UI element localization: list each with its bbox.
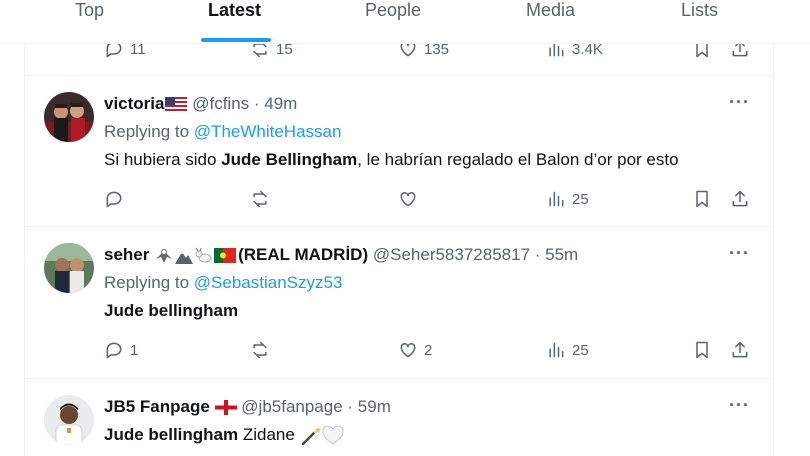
reply-icon [106,191,122,208]
more-options-button[interactable]: ··· [729,243,750,264]
replying-prefix: Replying to [104,273,190,292]
mention-link[interactable]: @TheWhiteHassan [194,122,342,141]
text-segment: , le habrían regalado el Balon d’or por … [357,150,679,169]
tab-lists[interactable]: Lists [681,0,718,44]
timestamp[interactable]: · 55m [535,245,578,264]
replying-to: Replying to @SebastianSzyz53 [104,273,342,293]
display-name[interactable]: seher [104,245,149,264]
reply-button[interactable]: 1 [104,335,138,365]
tweet-header: seher (REAL MADRİD) @Seher5837285817 · 5… [104,245,578,265]
heart-icon [400,342,416,358]
replying-prefix: Replying to [104,122,190,141]
text-bold: Jude bellingham [104,301,239,320]
like-count: 2 [424,341,433,359]
avatar[interactable] [44,243,94,293]
portugal-flag-icon [214,248,237,264]
text-segment: Zidane [238,425,295,444]
tab-media[interactable]: Media [526,0,575,44]
tweet-header: victoria @fcfins · 49m [104,94,297,114]
eagle-icon [156,248,173,263]
tweet-text: Jude bellingham Zidane [104,425,344,446]
mention-link[interactable]: @SebastianSzyz53 [194,273,343,292]
display-name[interactable]: victoria [104,94,164,113]
tweet-actions: 1 2 25 [104,335,754,365]
active-tab-indicator [201,38,271,42]
replying-to: Replying to @TheWhiteHassan [104,122,341,142]
retweet-icon [253,341,267,359]
retweet-icon [253,190,267,208]
like-button[interactable] [398,184,418,214]
more-options-button[interactable]: ··· [729,395,750,416]
tweet[interactable]: seher (REAL MADRİD) @Seher5837285817 · 5… [24,227,774,379]
display-name[interactable]: JB5 Fanpage [104,397,210,416]
bookmark-button[interactable] [692,184,712,214]
england-flag-icon [214,400,237,416]
tab-people[interactable]: People [365,0,421,44]
handle[interactable]: @Seher5837285817 [373,245,530,264]
share-button[interactable] [730,335,750,365]
reply-count: 1 [130,341,139,359]
search-tabs: Top Latest People Media Lists [0,0,810,44]
tweet-header: JB5 Fanpage @jb5fanpage · 59m [104,397,391,417]
views-count: 25 [572,341,589,359]
retweet-button[interactable] [250,184,270,214]
white-heart-icon [322,425,344,445]
text-segment: Si hubiera sido [104,150,222,169]
views-icon [549,342,564,358]
views-button[interactable]: 25 [546,335,589,365]
views-count: 25 [572,190,589,208]
tab-top[interactable]: Top [75,0,104,44]
magic-wand-icon [301,426,321,445]
views-button[interactable]: 25 [546,184,589,214]
views-icon [549,191,564,207]
us-flag-icon [165,97,188,113]
text-bold: Jude bellingham [104,425,239,444]
tweet-text: Jude bellingham [104,301,238,321]
timestamp[interactable]: · 59m [347,397,390,416]
reply-button[interactable] [104,184,124,214]
bookmark-button[interactable] [692,335,712,365]
share-icon [732,341,748,358]
tweet-actions: 25 [104,184,754,214]
avatar[interactable] [44,92,94,142]
mountain-icon [175,251,194,264]
display-name-suffix[interactable]: (REAL MADRİD) [238,245,368,264]
like-button[interactable]: 2 [398,335,432,365]
timestamp[interactable]: · 49m [254,94,297,113]
bookmark-icon [696,190,708,208]
reply-icon [106,342,122,359]
handle[interactable]: @jb5fanpage [241,397,342,416]
avatar[interactable] [44,395,94,445]
share-button[interactable] [730,184,750,214]
avatar-image [44,243,94,293]
text-bold: Jude Bellingham [221,150,358,169]
avatar-image [44,395,94,445]
retweet-button[interactable] [250,335,270,365]
goat-icon [195,247,212,263]
bookmark-icon [696,341,708,359]
more-options-button[interactable]: ··· [729,92,750,113]
avatar-image [44,92,94,142]
tweet[interactable]: JB5 Fanpage @jb5fanpage · 59m ··· Jude b… [24,379,774,456]
tweet[interactable]: victoria @fcfins · 49m ··· Replying to @… [24,76,774,227]
share-icon [732,190,748,207]
handle[interactable]: @fcfins [192,94,249,113]
tweet-text: Si hubiera sido Jude Bellingham, le habr… [104,150,679,170]
heart-icon [400,191,416,207]
